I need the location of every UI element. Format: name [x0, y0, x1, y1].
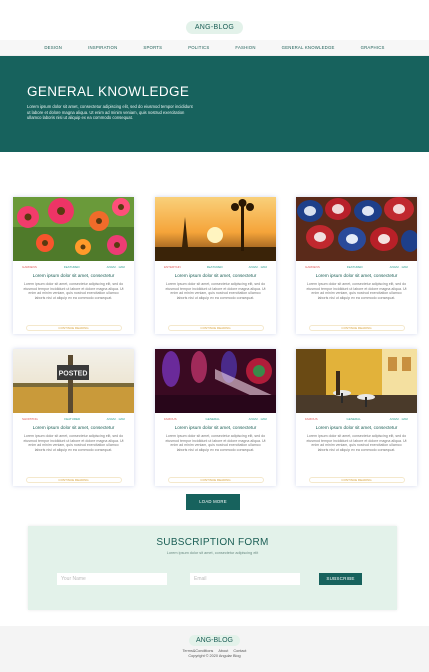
post-category[interactable]: SHOPPING: [22, 417, 38, 421]
continue-reading-button[interactable]: CONTINUE READING: [25, 477, 122, 483]
nav-item-politics[interactable]: POLITICS: [175, 45, 222, 50]
post-image-cafe-terrace[interactable]: [296, 349, 417, 413]
post-excerpt: Lorem ipsum dolor sit amet, consectetur …: [306, 434, 407, 452]
subscription-form: SUBSCRIPTION FORM Lorem ipsum dolor sit …: [28, 526, 397, 610]
post-date: ANGM · 1202: [389, 417, 408, 421]
main-nav: DESIGN INSPIRATION SPORTS POLITICS FASHI…: [0, 40, 429, 56]
footer-link-terms[interactable]: Terms&Conditions: [181, 649, 216, 653]
post-excerpt: Lorem ipsum dolor sit amet, consectetur …: [23, 434, 124, 452]
hero-banner: GENERAL KNOWLEDGE Lorem ipsum dolor sit …: [0, 56, 429, 152]
post-date: ANGM · 1202: [106, 265, 125, 269]
post-tag[interactable]: GENERAL: [346, 417, 360, 421]
site-logo[interactable]: ANG-BLOG: [185, 20, 244, 34]
name-input[interactable]: Your Name: [57, 573, 167, 585]
post-image-posted-sign[interactable]: POSTED: [13, 349, 134, 413]
footer-link-about[interactable]: About: [216, 649, 230, 653]
post-tag[interactable]: FEATURED: [347, 265, 363, 269]
footer-link-contact[interactable]: Contact: [231, 649, 248, 653]
post-tag[interactable]: FEATURED: [207, 265, 223, 269]
post-card: GARDENS FEATURED ANGM · 1202 Lorem ipsum…: [13, 197, 134, 334]
post-excerpt: Lorem ipsum dolor sit amet, consectetur …: [165, 282, 266, 300]
post-date: ANGM · 1202: [106, 417, 125, 421]
post-image-paris-sunset[interactable]: [155, 197, 276, 261]
post-excerpt: Lorem ipsum dolor sit amet, consectetur …: [23, 282, 124, 300]
footer: ANG-BLOG Terms&Conditions About Contact …: [0, 626, 429, 672]
header: ANG-BLOG: [0, 0, 429, 40]
email-input[interactable]: Email: [190, 573, 300, 585]
post-excerpt: Lorem ipsum dolor sit amet, consectetur …: [306, 282, 407, 300]
nav-item-general-knowledge[interactable]: GENERAL KNOWLEDGE: [269, 45, 348, 50]
post-category[interactable]: ENTERTAIN: [164, 265, 181, 269]
post-category[interactable]: FAMOUS: [305, 417, 318, 421]
nav-item-design[interactable]: DESIGN: [31, 45, 75, 50]
footer-logo[interactable]: ANG-BLOG: [189, 635, 240, 646]
page-title: GENERAL KNOWLEDGE: [27, 84, 190, 99]
hero-description: Lorem ipsum dolor sit amet, consectetur …: [27, 104, 193, 121]
post-image-stained-glass[interactable]: [155, 349, 276, 413]
post-excerpt: Lorem ipsum dolor sit amet, consectetur …: [165, 434, 266, 452]
svg-text:POSTED: POSTED: [59, 371, 88, 378]
post-category[interactable]: FAMOUS: [164, 417, 177, 421]
footer-links: Terms&Conditions About Contact: [0, 649, 429, 653]
nav-item-inspiration[interactable]: INSPIRATION: [75, 45, 130, 50]
continue-reading-button[interactable]: CONTINUE READING: [25, 325, 122, 331]
post-date: ANGM · 1202: [248, 265, 267, 269]
subscribe-button[interactable]: SUBSCRIBE: [319, 573, 362, 585]
continue-reading-button[interactable]: CONTINUE READING: [167, 477, 264, 483]
post-tag[interactable]: FEATURED: [64, 417, 80, 421]
post-image-easter-eggs[interactable]: [296, 197, 417, 261]
continue-reading-button[interactable]: CONTINUE READING: [308, 477, 405, 483]
post-card: GARDENS FEATURED ANGM · 1202 Lorem ipsum…: [296, 197, 417, 334]
post-card: FAMOUS GENERAL ANGM · 1202 Lorem ipsum d…: [155, 349, 276, 486]
footer-copyright: Copyright © 2020 Angular Blog: [188, 654, 241, 658]
post-image-flowers[interactable]: [13, 197, 134, 261]
post-category[interactable]: GARDENS: [305, 265, 320, 269]
continue-reading-button[interactable]: CONTINUE READING: [308, 325, 405, 331]
post-category[interactable]: GARDENS: [22, 265, 37, 269]
subscription-title: SUBSCRIPTION FORM: [156, 537, 269, 548]
post-card: FAMOUS GENERAL ANGM · 1202 Lorem ipsum d…: [296, 349, 417, 486]
subscription-description: Lorem ipsum dolor sit amet, consectetur …: [166, 551, 259, 555]
nav-item-graphics[interactable]: GRAPHICS: [348, 45, 398, 50]
post-card: ENTERTAIN FEATURED ANGM · 1202 Lorem ips…: [155, 197, 276, 334]
load-more-button[interactable]: LOAD MORE: [186, 494, 240, 510]
post-card: POSTED SHOPPING FEATURED ANGM · 1202 Lor…: [13, 349, 134, 486]
nav-item-fashion[interactable]: FASHION: [222, 45, 268, 50]
post-date: ANGM · 1202: [389, 265, 408, 269]
post-tag[interactable]: FEATURED: [64, 265, 80, 269]
continue-reading-button[interactable]: CONTINUE READING: [167, 325, 264, 331]
post-tag[interactable]: GENERAL: [205, 417, 219, 421]
post-date: ANGM · 1202: [248, 417, 267, 421]
nav-item-sports[interactable]: SPORTS: [130, 45, 175, 50]
